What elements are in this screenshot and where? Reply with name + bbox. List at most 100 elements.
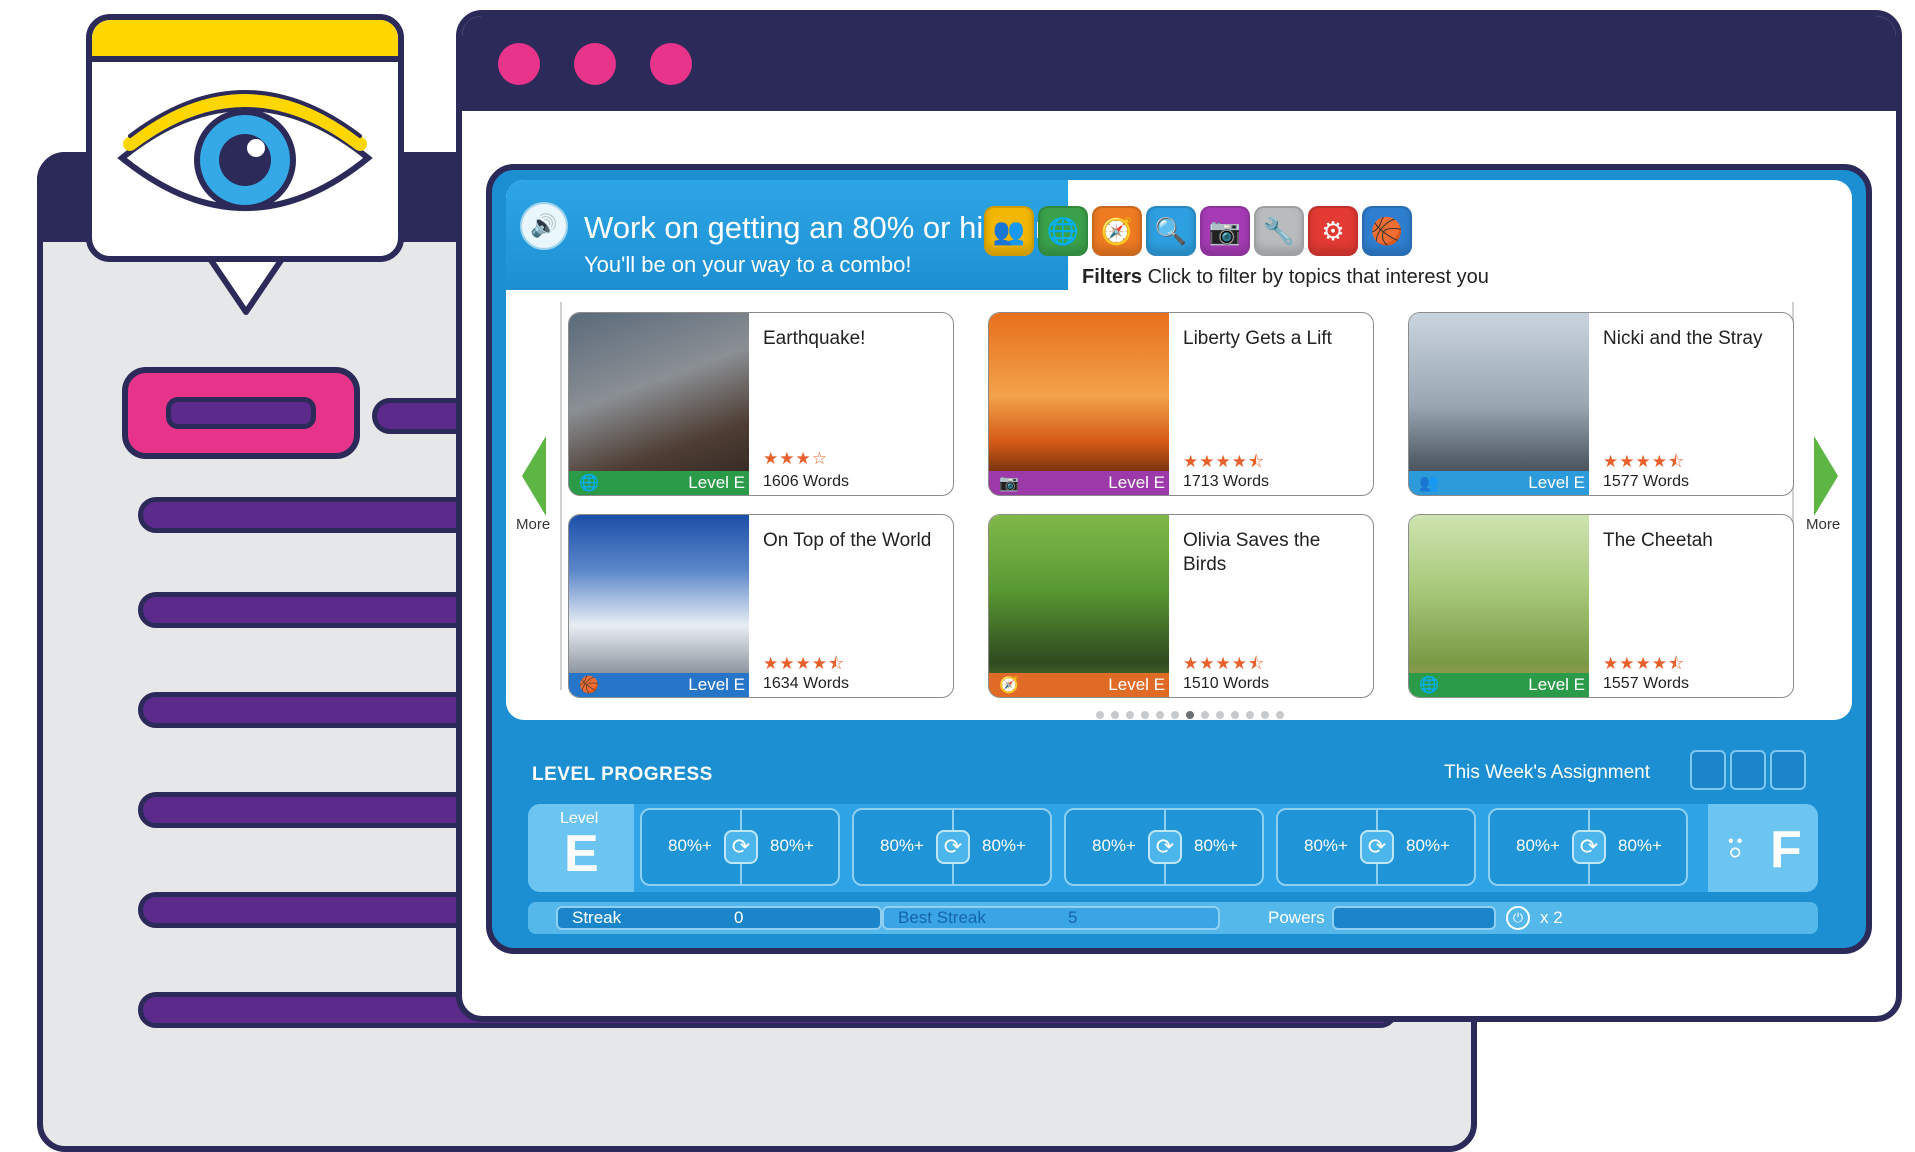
book-cover-image[interactable] [989, 515, 1169, 697]
book-card[interactable]: 📷 Level E Liberty Gets a Lift ★★★★⯪ 1713 Wor… [988, 312, 1374, 496]
book-title[interactable]: Liberty Gets a Lift [1183, 327, 1363, 351]
streak-value: 0 [734, 908, 744, 927]
book-word-count: 1634 Words [763, 675, 849, 692]
segment-left-goal: 80%+ [880, 836, 924, 855]
filter-globe-icon[interactable]: 🌐 [1038, 206, 1088, 256]
powers-meter [1332, 906, 1496, 930]
assignment-slot[interactable] [1690, 750, 1726, 790]
decorative-pill-inner [166, 397, 316, 429]
book-title[interactable]: On Top of the World [763, 529, 943, 553]
progress-segment: 80%+ ⟳ 80%+ [1064, 808, 1264, 886]
filters-label: Filters Click to filter by topics that i… [1082, 266, 1489, 289]
book-cover-image[interactable] [989, 313, 1169, 495]
filters-label-bold: Filters [1082, 266, 1143, 288]
filter-gear-icon[interactable]: ⚙ [1308, 206, 1358, 256]
decorative-line [138, 792, 498, 828]
book-word-count: 1557 Words [1603, 675, 1689, 692]
assignment-slot[interactable] [1730, 750, 1766, 790]
window-dot-maximize[interactable] [650, 43, 692, 85]
book-title[interactable]: Earthquake! [763, 327, 943, 351]
segment-right-goal: 80%+ [1406, 836, 1450, 855]
filters-label-text: Click to filter by topics that interest … [1147, 266, 1489, 288]
segment-right-goal: 80%+ [1194, 836, 1238, 855]
page-dot[interactable] [1216, 711, 1224, 719]
carousel-next-label[interactable]: More [1806, 516, 1840, 533]
book-level: Level E [688, 473, 745, 492]
book-cover-image[interactable] [569, 313, 749, 495]
decorative-pill [122, 367, 360, 459]
page-dot[interactable] [1171, 711, 1179, 719]
book-card[interactable]: 🏀 Level E On Top of the World ★★★★⯪ 1634 Wor… [568, 514, 954, 698]
carousel-prev-label[interactable]: More [516, 516, 550, 533]
level-strip: 🏀 Level E [569, 673, 749, 697]
best-streak-value: 5 [1068, 908, 1078, 927]
book-card[interactable]: 🧭 Level E Olivia Saves the Birds ★★★★⯪ 1510 … [988, 514, 1374, 698]
filter-camera-icon[interactable]: 📷 [1200, 206, 1250, 256]
power-icon[interactable]: ⏻ [1506, 906, 1530, 930]
progress-segment: 80%+ ⟳ 80%+ [640, 808, 840, 886]
page-dot[interactable] [1126, 711, 1134, 719]
streak-label: Streak [572, 908, 622, 927]
page-dot[interactable] [1261, 711, 1269, 719]
book-title[interactable]: Nicki and the Stray [1603, 327, 1783, 351]
current-level-letter: E [564, 825, 599, 883]
segment-left-goal: 80%+ [668, 836, 712, 855]
window-titlebar [462, 16, 1896, 111]
book-level: Level E [1108, 473, 1165, 492]
book-cover-image[interactable] [569, 515, 749, 697]
weekly-assignment-label: This Week's Assignment [1444, 762, 1651, 783]
streak-bar: Streak 0 Best Streak 5 Powers ⏻ x 2 [528, 902, 1818, 934]
book-word-count: 1606 Words [763, 473, 849, 490]
window-dot-minimize[interactable] [574, 43, 616, 85]
carousel-left-divider [560, 302, 562, 690]
book-card[interactable]: 🌐 Level E The Cheetah ★★★★⯪ 1557 Words [1408, 514, 1794, 698]
decorative-line [138, 497, 498, 533]
page-dot[interactable] [1186, 711, 1194, 719]
filter-compass-icon[interactable]: 🧭 [1092, 206, 1142, 256]
page-dot[interactable] [1141, 711, 1149, 719]
book-word-count: 1510 Words [1183, 675, 1269, 692]
combo-icon: ⟳ [936, 830, 970, 864]
filter-magnifier-icon[interactable]: 🔍 [1146, 206, 1196, 256]
book-card[interactable]: 👥 Level E Nicki and the Stray ★★★★⯪ 1577 Wor… [1408, 312, 1794, 496]
page-dot[interactable] [1201, 711, 1209, 719]
carousel-prev-arrow[interactable] [522, 436, 546, 516]
eye-icon [117, 90, 373, 211]
segment-right-goal: 80%+ [1618, 836, 1662, 855]
page-dot[interactable] [1231, 711, 1239, 719]
book-title[interactable]: The Cheetah [1603, 529, 1783, 553]
combo-icon: ⟳ [1360, 830, 1394, 864]
window-dot-close[interactable] [498, 43, 540, 85]
assignment-slot[interactable] [1770, 750, 1806, 790]
progress-segment: 80%+ ⟳ 80%+ [1488, 808, 1688, 886]
book-title[interactable]: Olivia Saves the Birds [1183, 529, 1363, 577]
combo-icon: ⟳ [1572, 830, 1606, 864]
book-word-count: 1577 Words [1603, 473, 1689, 490]
level-strip: 🌐 Level E [569, 471, 749, 495]
segment-right-goal: 80%+ [982, 836, 1026, 855]
filter-people-icon[interactable]: 👥 [984, 206, 1034, 256]
level-progress-title: LEVEL PROGRESS [532, 764, 713, 785]
decorative-line [138, 892, 498, 928]
page-dot[interactable] [1096, 711, 1104, 719]
goal-subtitle: You'll be on your way to a combo! [584, 252, 912, 277]
people-icon: 👥 [1419, 475, 1439, 492]
page-dot[interactable] [1156, 711, 1164, 719]
page-dot[interactable] [1276, 711, 1284, 719]
progress-segment: 80%+ ⟳ 80%+ [1276, 808, 1476, 886]
goal-title: Work on getting an 80% or higher. [584, 210, 1053, 245]
book-rating: ★★★☆ [763, 449, 828, 468]
filter-tools-icon[interactable]: 🔧 [1254, 206, 1304, 256]
speaker-icon[interactable]: 🔊 [520, 202, 568, 250]
powers-label: Powers [1268, 908, 1325, 927]
book-cover-image[interactable] [1409, 515, 1589, 697]
carousel-next-arrow[interactable] [1814, 436, 1838, 516]
next-level-letter: F [1770, 821, 1802, 879]
reading-app: 🔊 Work on getting an 80% or higher. You'… [486, 164, 1872, 954]
book-cover-image[interactable] [1409, 313, 1589, 495]
page-dot[interactable] [1111, 711, 1119, 719]
page-dot[interactable] [1246, 711, 1254, 719]
filter-basketball-icon[interactable]: 🏀 [1362, 206, 1412, 256]
book-card[interactable]: 🌐 Level E Earthquake! ★★★☆ 1606 Words [568, 312, 954, 496]
book-level: Level E [1108, 675, 1165, 694]
